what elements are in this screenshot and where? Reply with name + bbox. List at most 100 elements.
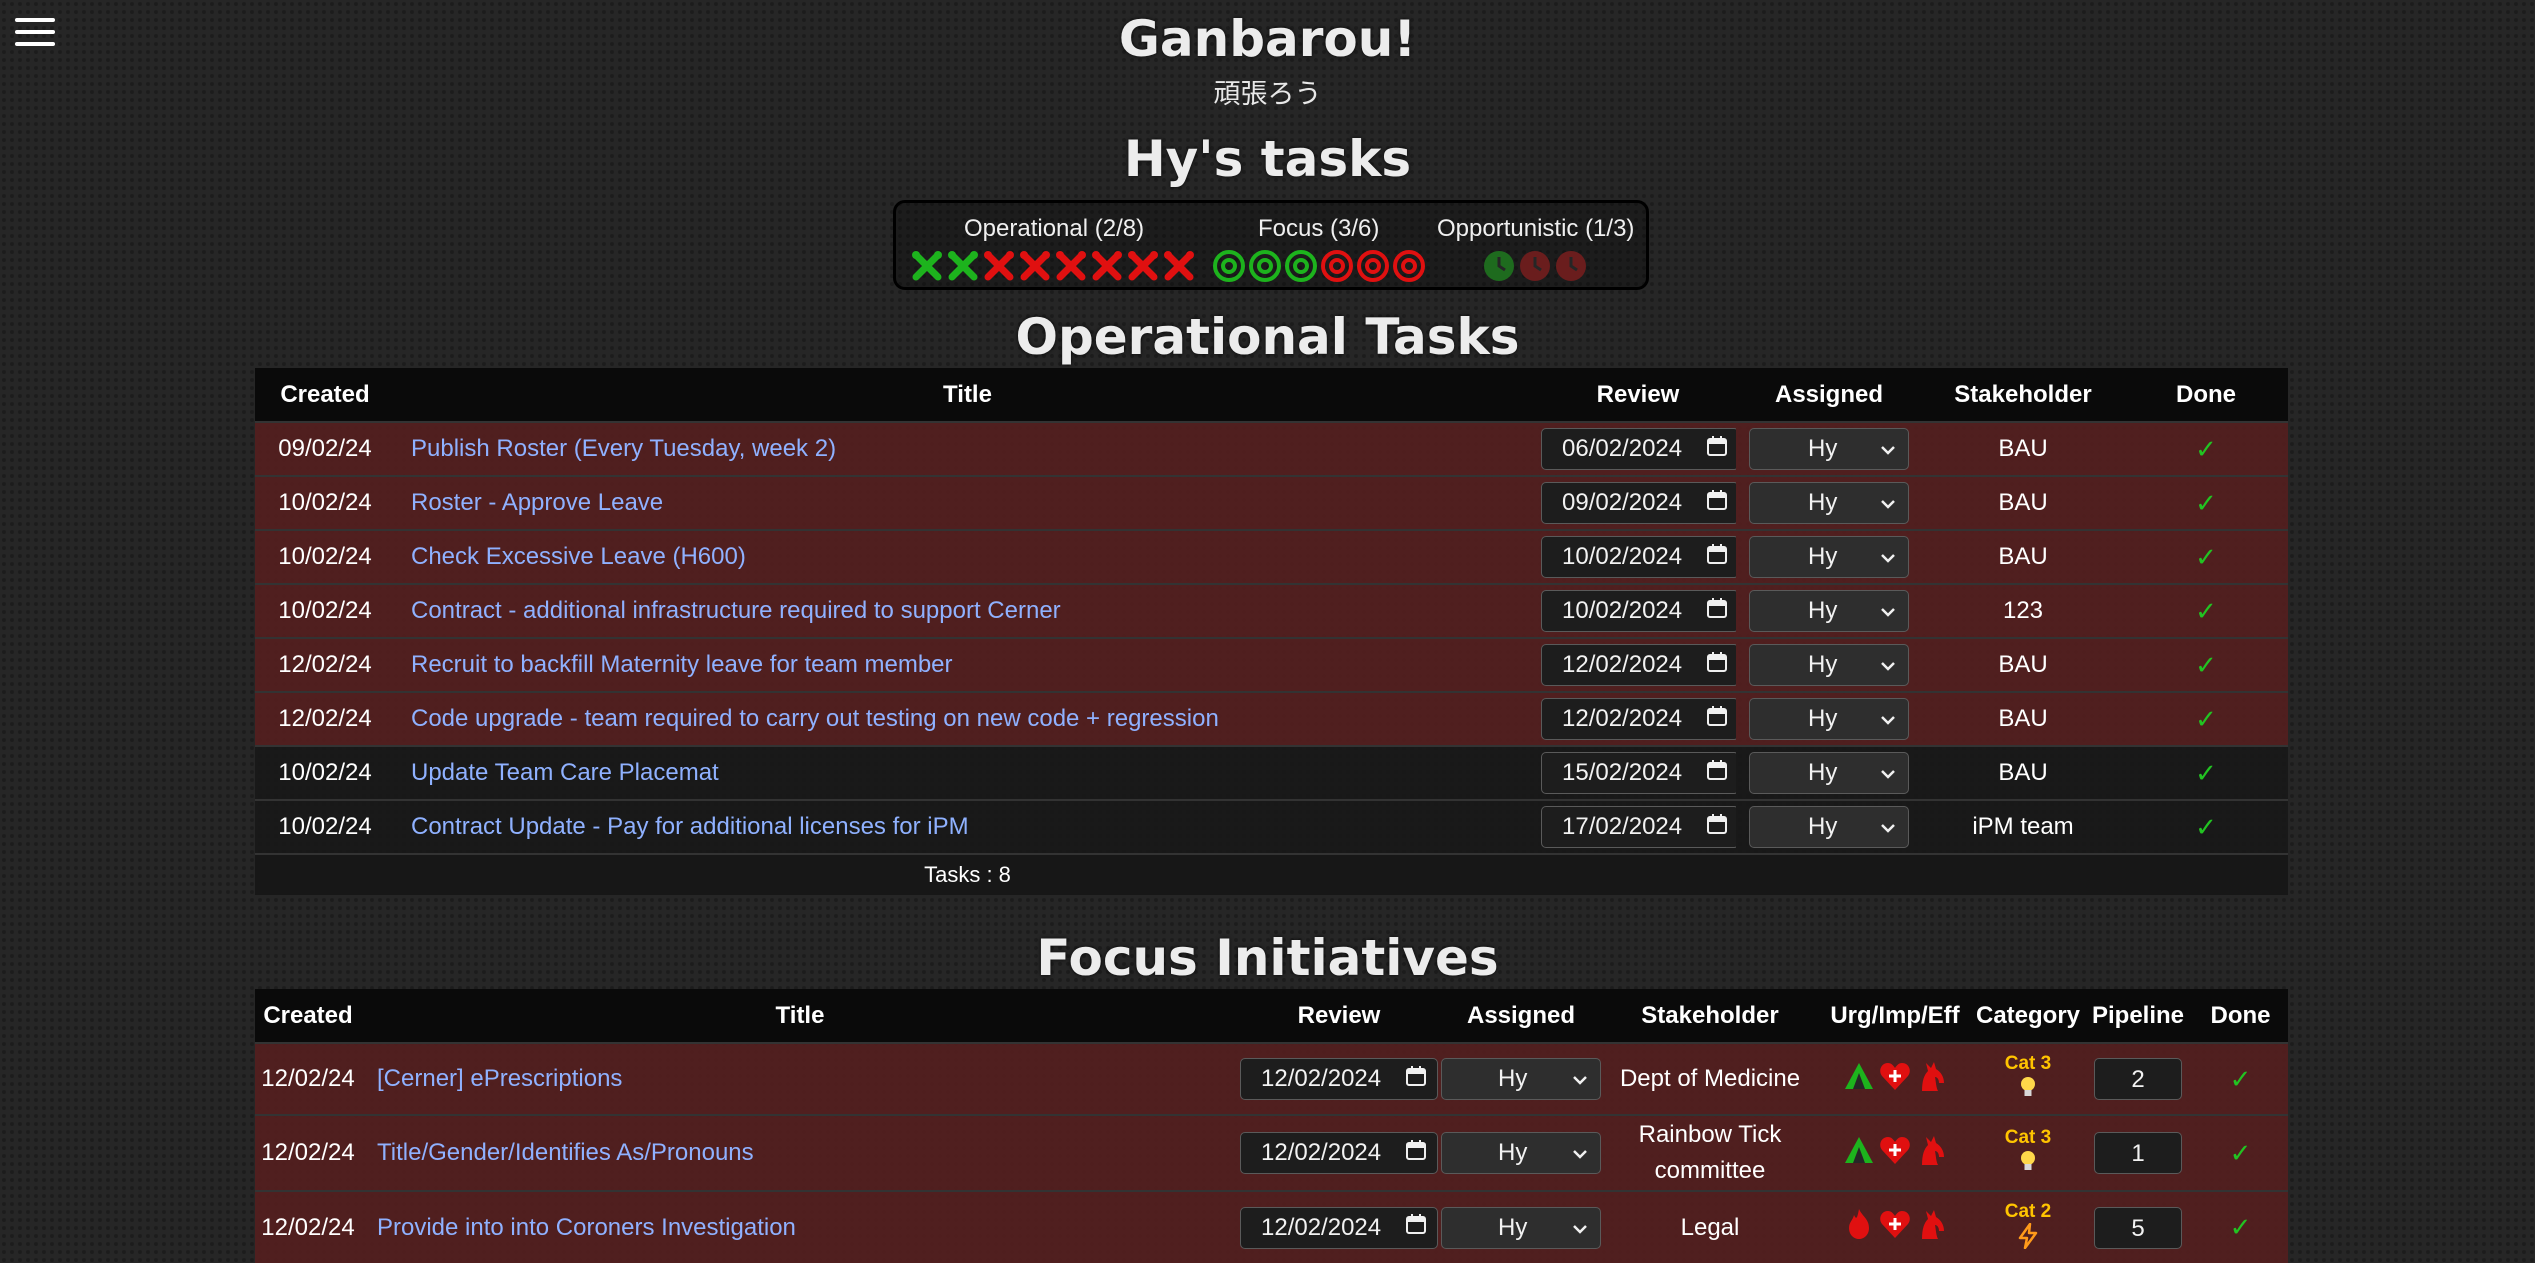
pipeline-input[interactable]: 5 — [2094, 1206, 2182, 1249]
assigned-select[interactable]: Hy — [1749, 806, 1909, 848]
operational-progress-icons — [910, 249, 1198, 288]
table-row[interactable]: 10/02/24 Check Excessive Leave (H600) 10/0… — [255, 529, 2288, 584]
urg-imp-eff-icons — [1842, 1133, 1948, 1174]
col-done[interactable]: Done — [2193, 989, 2288, 1044]
review-date-value: 12/02/2024 — [1562, 705, 1683, 732]
calendar-icon[interactable] — [1706, 489, 1728, 518]
calendar-icon[interactable] — [1405, 1213, 1427, 1242]
table-row[interactable]: 10/02/24 Update Team Care Placemat 15/02/2… — [255, 745, 2288, 800]
task-title-link[interactable]: Recruit to backfill Maternity leave for … — [411, 651, 953, 678]
col-assigned[interactable]: Assigned — [1736, 368, 1922, 423]
pipeline-input[interactable]: 2 — [2094, 1058, 2182, 1100]
col-review[interactable]: Review — [1239, 989, 1439, 1044]
review-date-input[interactable]: 15/02/2024 — [1541, 752, 1736, 794]
calendar-icon[interactable] — [1706, 651, 1728, 680]
table-row[interactable]: 12/02/24 Provide into into Coroners Inves… — [255, 1190, 2288, 1263]
table-row[interactable]: 12/02/24 Code upgrade - team required to … — [255, 691, 2288, 746]
check-icon[interactable]: ✓ — [2195, 542, 2217, 573]
table-footer-row: Tasks : 8 — [255, 853, 2288, 895]
check-icon[interactable]: ✓ — [2195, 704, 2217, 735]
initiative-title-link[interactable]: [Cerner] ePrescriptions — [377, 1065, 622, 1092]
initiative-title-link[interactable]: Provide into into Coroners Investigation — [377, 1214, 796, 1241]
col-created[interactable]: Created — [255, 368, 395, 423]
col-pipeline[interactable]: Pipeline — [2083, 989, 2193, 1044]
target-pending-icon — [1320, 249, 1356, 288]
review-date-value: 09/02/2024 — [1562, 489, 1683, 516]
table-row[interactable]: 12/02/24 Title/Gender/Identifies As/Prono… — [255, 1114, 2288, 1191]
check-icon[interactable]: ✓ — [2230, 1138, 2252, 1169]
calendar-icon[interactable] — [1706, 543, 1728, 572]
target-done-icon — [1248, 249, 1284, 288]
pipeline-input[interactable]: 1 — [2094, 1132, 2182, 1174]
col-stakeholder[interactable]: Stakeholder — [1922, 368, 2124, 423]
assigned-select[interactable]: Hy — [1749, 536, 1909, 578]
calendar-icon[interactable] — [1706, 705, 1728, 734]
created-date: 10/02/24 — [255, 799, 395, 854]
review-date-input[interactable]: 12/02/2024 — [1240, 1058, 1438, 1100]
task-title-link[interactable]: Publish Roster (Every Tuesday, week 2) — [411, 435, 836, 462]
assigned-select[interactable]: Hy — [1749, 698, 1909, 740]
assigned-value: Hy — [1808, 489, 1838, 516]
created-date: 10/02/24 — [255, 745, 395, 800]
assigned-select[interactable]: Hy — [1749, 752, 1909, 794]
col-title[interactable]: Title — [395, 368, 1540, 423]
col-category[interactable]: Category — [1973, 989, 2083, 1044]
review-date-input[interactable]: 17/02/2024 — [1541, 806, 1736, 848]
task-title-link[interactable]: Update Team Care Placemat — [411, 759, 719, 786]
check-icon[interactable]: ✓ — [2195, 488, 2217, 519]
review-date-value: 12/02/2024 — [1261, 1139, 1382, 1166]
review-date-value: 06/02/2024 — [1562, 435, 1683, 462]
table-header-row: Created Title Review Assigned Stakeholde… — [255, 989, 2288, 1044]
check-icon[interactable]: ✓ — [2195, 596, 2217, 627]
assigned-select[interactable]: Hy — [1749, 644, 1909, 686]
review-date-input[interactable]: 12/02/2024 — [1541, 644, 1736, 686]
stakeholder-line-1: Dept of Medicine — [1619, 1065, 1801, 1092]
check-icon[interactable]: ✓ — [2195, 434, 2217, 465]
col-title[interactable]: Title — [361, 989, 1239, 1044]
check-icon[interactable]: ✓ — [2195, 650, 2217, 681]
assigned-select[interactable]: Hy — [1441, 1058, 1601, 1100]
review-date-input[interactable]: 10/02/2024 — [1541, 536, 1736, 578]
task-title-link[interactable]: Code upgrade - team required to carry ou… — [411, 705, 1219, 732]
col-stakeholder[interactable]: Stakeholder — [1603, 989, 1817, 1044]
review-date-input[interactable]: 06/02/2024 — [1541, 428, 1736, 470]
assigned-select[interactable]: Hy — [1749, 590, 1909, 632]
check-icon[interactable]: ✓ — [2230, 1064, 2252, 1095]
col-created[interactable]: Created — [255, 989, 361, 1044]
check-icon[interactable]: ✓ — [2230, 1212, 2252, 1243]
check-icon[interactable]: ✓ — [2195, 812, 2217, 843]
assigned-select[interactable]: Hy — [1441, 1206, 1601, 1249]
col-review[interactable]: Review — [1540, 368, 1736, 423]
calendar-icon[interactable] — [1405, 1139, 1427, 1168]
task-title-link[interactable]: Contract - additional infrastructure req… — [411, 597, 1061, 624]
table-row[interactable]: 12/02/24 Recruit to backfill Maternity le… — [255, 637, 2288, 692]
assigned-select[interactable]: Hy — [1441, 1132, 1601, 1174]
calendar-icon[interactable] — [1706, 759, 1728, 788]
assigned-select[interactable]: Hy — [1749, 428, 1909, 470]
calendar-icon[interactable] — [1706, 813, 1728, 842]
task-title-link[interactable]: Check Excessive Leave (H600) — [411, 543, 746, 570]
col-done[interactable]: Done — [2124, 368, 2288, 423]
calendar-icon[interactable] — [1405, 1065, 1427, 1094]
table-row[interactable]: 09/02/24 Publish Roster (Every Tuesday, w… — [255, 421, 2288, 476]
calendar-icon[interactable] — [1706, 597, 1728, 626]
calendar-icon[interactable] — [1706, 435, 1728, 464]
task-title-link[interactable]: Roster - Approve Leave — [411, 489, 663, 516]
col-assigned[interactable]: Assigned — [1439, 989, 1603, 1044]
assigned-select[interactable]: Hy — [1749, 482, 1909, 524]
col-urg-imp-eff[interactable]: Urg/Imp/Eff — [1817, 989, 1973, 1044]
review-date-input[interactable]: 12/02/2024 — [1240, 1132, 1438, 1174]
review-date-input[interactable]: 10/02/2024 — [1541, 590, 1736, 632]
check-icon[interactable]: ✓ — [2195, 758, 2217, 789]
task-title-link[interactable]: Contract Update - Pay for additional lic… — [411, 813, 969, 840]
review-date-input[interactable]: 12/02/2024 — [1541, 698, 1736, 740]
table-row[interactable]: 12/02/24 [Cerner] ePrescriptions 12/02/202… — [255, 1042, 2288, 1115]
table-row[interactable]: 10/02/24 Contract Update - Pay for additi… — [255, 799, 2288, 854]
stakeholder: BAU — [1922, 475, 2124, 530]
table-row[interactable]: 10/02/24 Roster - Approve Leave 09/02/2024… — [255, 475, 2288, 530]
review-date-input[interactable]: 09/02/2024 — [1541, 482, 1736, 524]
table-row[interactable]: 10/02/24 Contract - additional infrastruc… — [255, 583, 2288, 638]
initiative-title-link[interactable]: Title/Gender/Identifies As/Pronouns — [377, 1139, 754, 1166]
chevron-down-icon — [1880, 705, 1896, 733]
review-date-input[interactable]: 12/02/2024 — [1240, 1206, 1438, 1249]
